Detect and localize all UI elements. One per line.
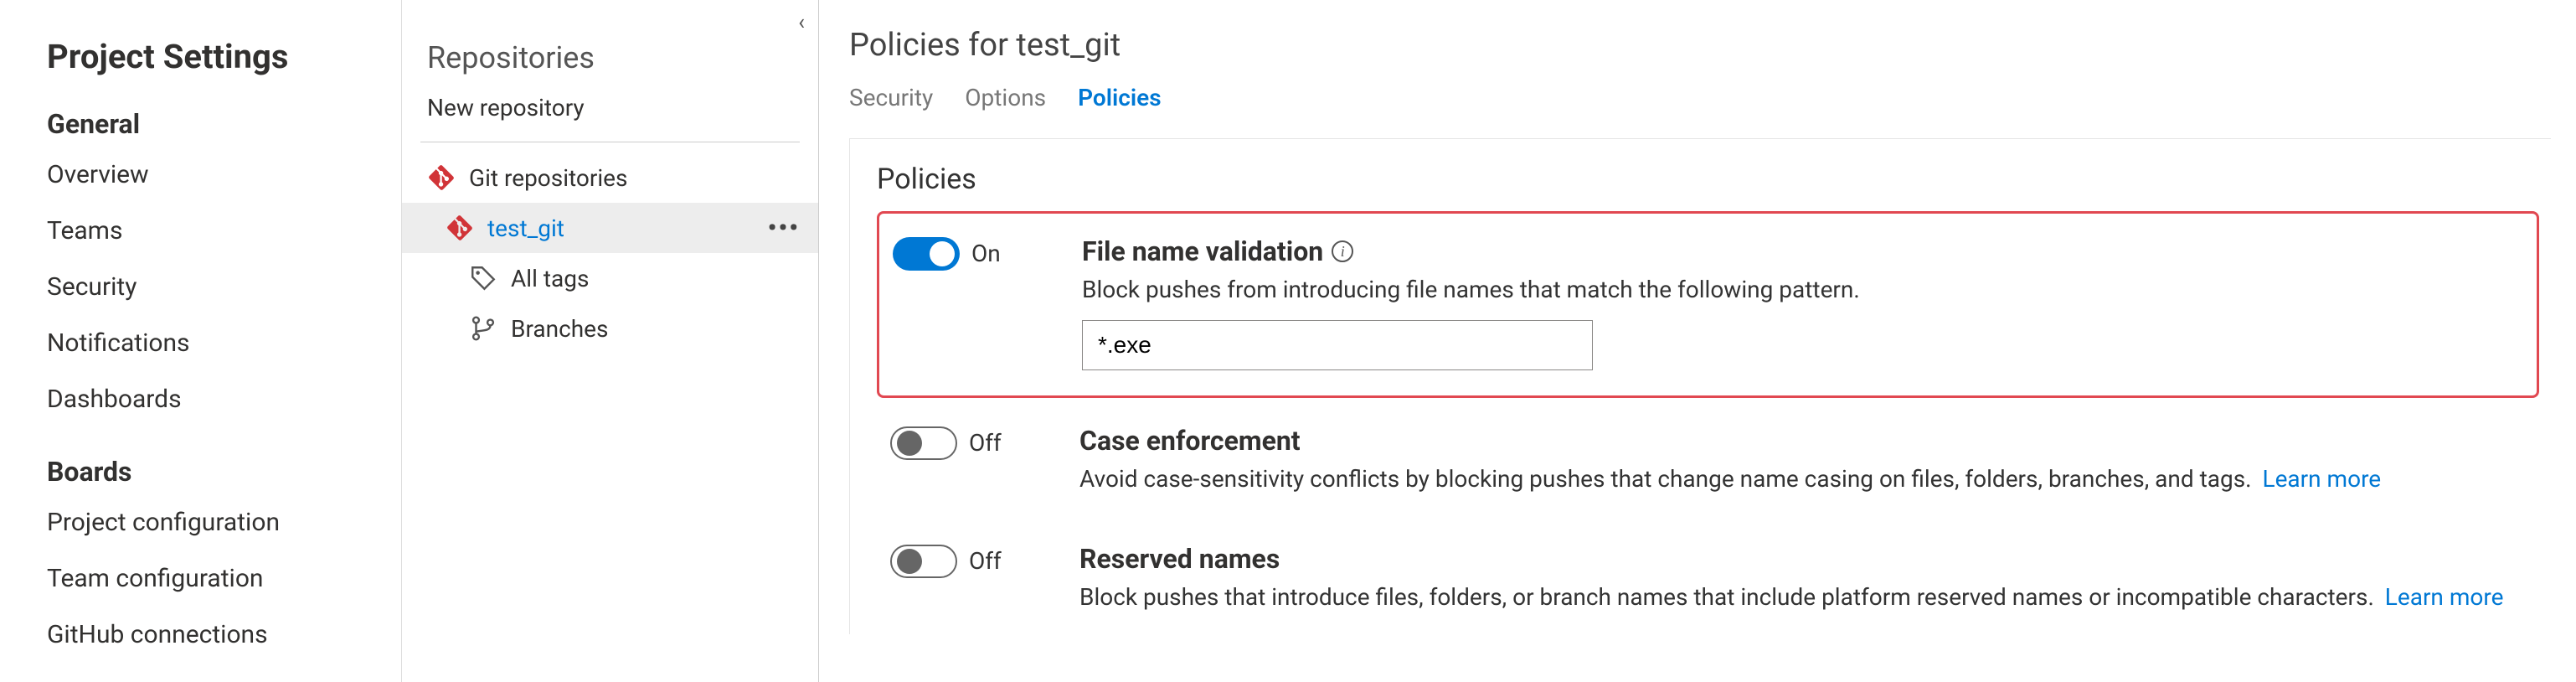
policy-description: Block pushes from introducing file names… bbox=[1082, 276, 2512, 303]
toggle-state-label: On bbox=[971, 237, 1001, 271]
tree-node-more-button[interactable]: ••• bbox=[768, 214, 800, 243]
tree-node-label: Branches bbox=[511, 315, 818, 343]
tree-node-label: All tags bbox=[511, 265, 818, 292]
tree-node-all-tags[interactable]: All tags bbox=[402, 253, 818, 303]
policy-file-name-validation: On File name validation i Block pushes f… bbox=[877, 211, 2539, 398]
project-settings-sidebar: Project Settings General Overview Teams … bbox=[0, 0, 402, 682]
settings-link-dashboards[interactable]: Dashboards bbox=[47, 385, 376, 414]
main-content: Policies for test_git Security Options P… bbox=[819, 0, 2576, 682]
toggle-state-label: Off bbox=[969, 545, 1002, 578]
new-repository-button[interactable]: New repository bbox=[427, 94, 818, 121]
settings-link-notifications[interactable]: Notifications bbox=[47, 328, 376, 358]
learn-more-link[interactable]: Learn more bbox=[2385, 583, 2504, 611]
policies-heading: Policies bbox=[877, 163, 2539, 196]
project-settings-title: Project Settings bbox=[47, 37, 376, 76]
settings-link-project-configuration[interactable]: Project configuration bbox=[47, 508, 376, 537]
tab-bar: Security Options Policies bbox=[849, 84, 2551, 115]
page-title: Policies for test_git bbox=[849, 27, 2551, 64]
git-repo-icon bbox=[446, 214, 474, 242]
policy-title: Reserved names bbox=[1079, 543, 1280, 575]
repositories-title: Repositories bbox=[427, 40, 818, 75]
tab-policies[interactable]: Policies bbox=[1078, 84, 1162, 115]
git-repo-icon bbox=[427, 163, 456, 192]
file-name-pattern-input[interactable] bbox=[1082, 320, 1593, 370]
policy-description: Block pushes that introduce files, folde… bbox=[1079, 583, 2374, 611]
tree-node-branches[interactable]: Branches bbox=[402, 303, 818, 354]
policy-reserved-names: Off Reserved names Block pushes that int… bbox=[877, 524, 2539, 634]
toggle-case-enforcement[interactable] bbox=[890, 426, 957, 460]
branch-icon bbox=[469, 314, 497, 343]
toggle-reserved-names[interactable] bbox=[890, 545, 957, 578]
policy-title: Case enforcement bbox=[1079, 425, 1301, 457]
tree-node-git-repositories[interactable]: Git repositories bbox=[402, 152, 818, 203]
settings-section-header-boards: Boards bbox=[47, 456, 376, 488]
toggle-file-name-validation[interactable] bbox=[893, 237, 960, 271]
policies-panel: Policies On File name validation i Block… bbox=[849, 138, 2551, 634]
settings-link-team-configuration[interactable]: Team configuration bbox=[47, 564, 376, 593]
settings-link-security[interactable]: Security bbox=[47, 272, 376, 302]
settings-link-teams[interactable]: Teams bbox=[47, 216, 376, 245]
tab-options[interactable]: Options bbox=[965, 84, 1046, 115]
tree-node-label: Git repositories bbox=[469, 164, 818, 192]
tag-icon bbox=[469, 264, 497, 292]
settings-link-overview[interactable]: Overview bbox=[47, 160, 376, 189]
toggle-state-label: Off bbox=[969, 426, 1002, 460]
collapse-repositories-icon[interactable]: ‹ bbox=[798, 10, 805, 35]
policy-title: File name validation bbox=[1082, 235, 1323, 267]
info-icon[interactable]: i bbox=[1332, 240, 1353, 262]
settings-link-github-connections[interactable]: GitHub connections bbox=[47, 620, 376, 649]
settings-section-header-general: General bbox=[47, 108, 376, 140]
policy-description: Avoid case-sensitivity conflicts by bloc… bbox=[1079, 465, 2252, 493]
policy-case-enforcement: Off Case enforcement Avoid case-sensitiv… bbox=[877, 406, 2539, 516]
repositories-panel: ‹ Repositories New repository Git reposi… bbox=[402, 0, 819, 682]
learn-more-link[interactable]: Learn more bbox=[2262, 465, 2381, 493]
tab-security[interactable]: Security bbox=[849, 84, 933, 115]
tree-node-label: test_git bbox=[487, 214, 768, 242]
tree-node-test-git[interactable]: test_git ••• bbox=[402, 203, 818, 253]
